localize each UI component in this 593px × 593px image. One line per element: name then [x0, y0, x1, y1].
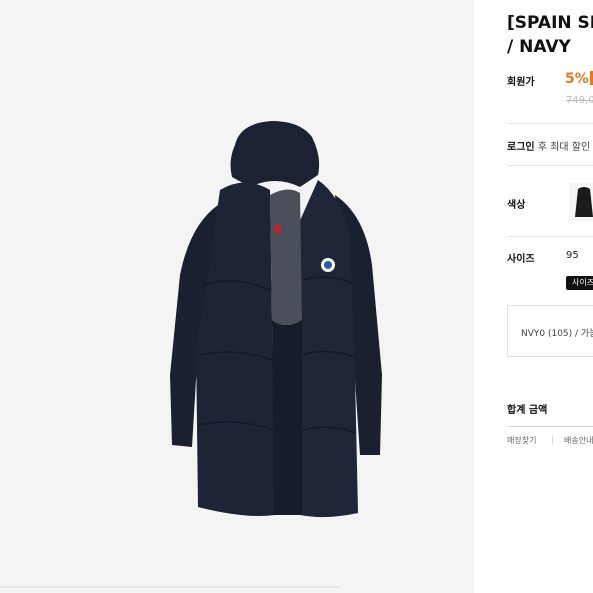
link-separator: [552, 435, 553, 445]
divider: [507, 426, 593, 427]
login-notice-text: 후 최대 할인: [534, 142, 591, 153]
coat-image: [170, 121, 382, 518]
divider: [507, 165, 593, 166]
color-swatch[interactable]: [569, 183, 593, 221]
total-amount-label: 합계 금액: [507, 405, 548, 416]
size-label: 사이즈: [507, 254, 535, 265]
gallery-scroll-indicator: [0, 586, 340, 588]
divider: [507, 236, 593, 237]
login-discount-notice: 로그인 후 최대 할인: [507, 138, 590, 153]
size-option-95[interactable]: 95: [566, 250, 579, 261]
color-label: 색상: [507, 200, 526, 211]
selected-option-text: NVY0 (105) / 가능: [521, 329, 593, 339]
product-title: [SPAIN SKI / NAVY: [507, 11, 593, 59]
product-title-line1: [SPAIN SKI: [507, 13, 593, 33]
store-finder-link[interactable]: 매장찾기: [507, 435, 536, 446]
original-price: 749,0: [566, 95, 593, 106]
product-info-panel: [SPAIN SKI / NAVY 회원가 5% 749,0 로그인 후 최대 …: [474, 0, 593, 593]
selected-option-box: NVY0 (105) / 가능: [507, 305, 593, 357]
color-swatch-icon: [575, 187, 593, 217]
discount-rate: 5%: [565, 71, 589, 87]
login-link[interactable]: 로그인: [507, 142, 535, 153]
product-image-gallery: [0, 0, 473, 593]
delivery-info-link[interactable]: 배송안내: [564, 435, 593, 446]
product-title-line2: / NAVY: [507, 37, 571, 57]
member-price-label: 회원가: [507, 77, 535, 88]
size-guide-button[interactable]: 사이즈: [566, 276, 593, 290]
divider: [507, 123, 593, 124]
